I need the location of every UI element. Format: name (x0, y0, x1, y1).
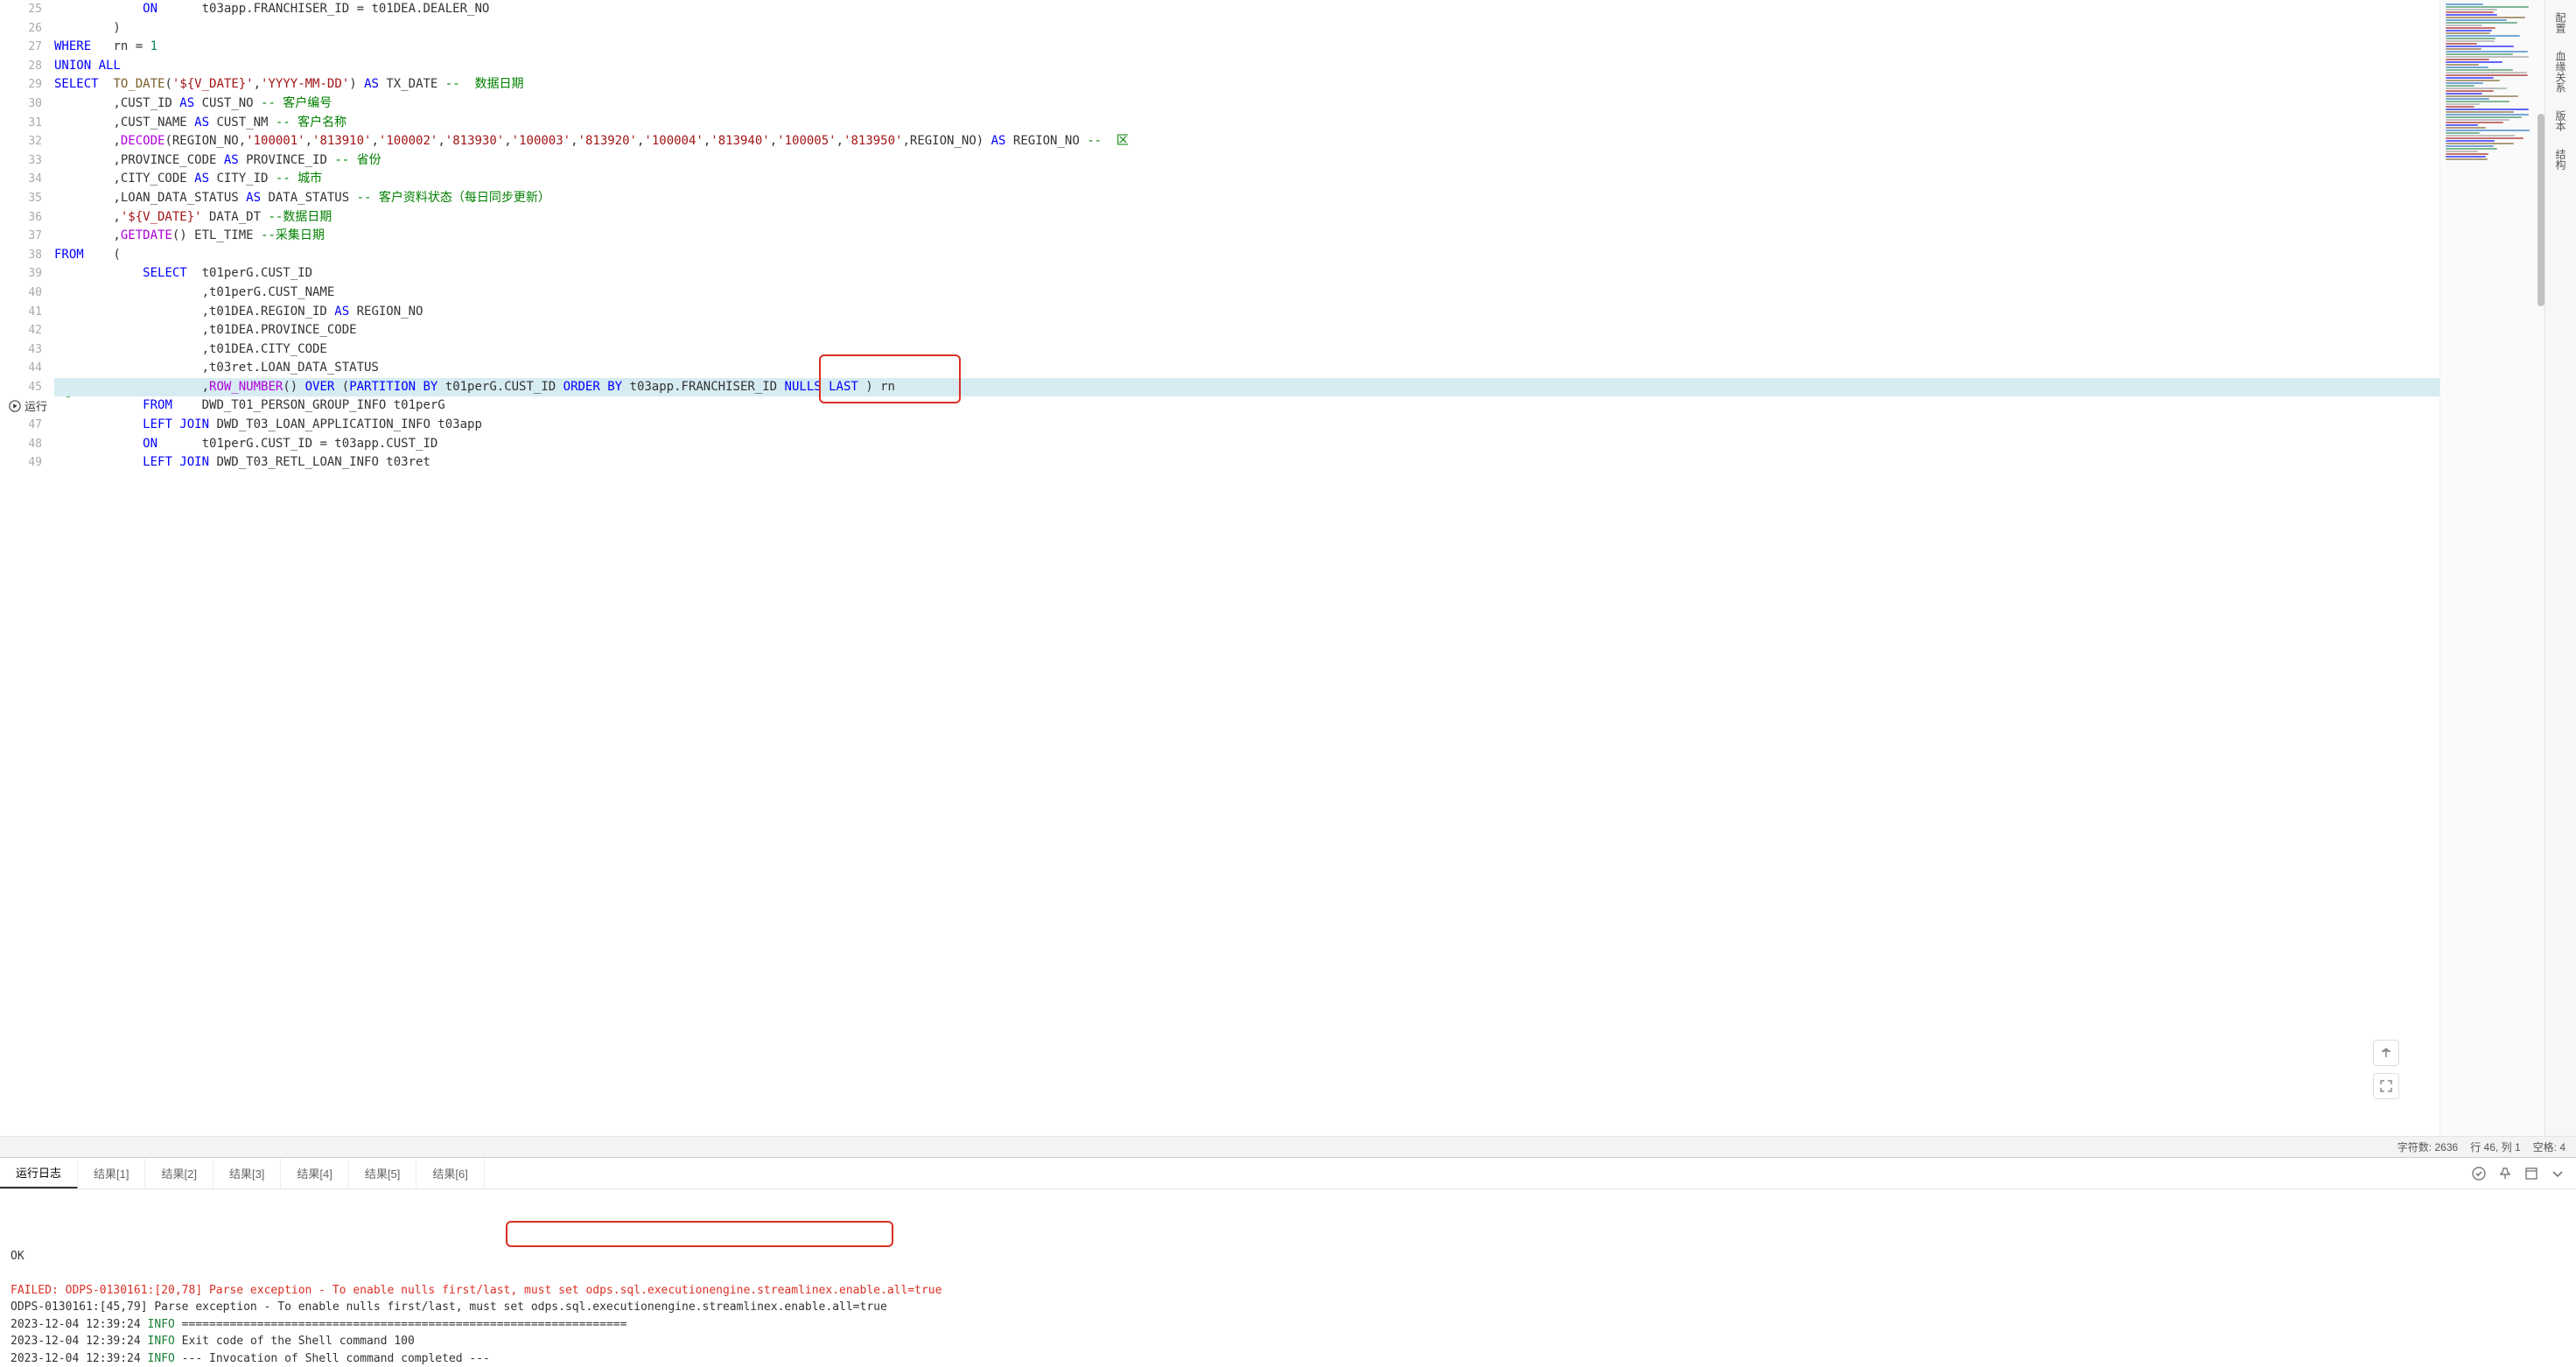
collapse-icon[interactable] (2550, 1166, 2566, 1181)
result-tab[interactable]: 结果[5] (349, 1158, 416, 1188)
status-bar: 字符数: 2636 行 46, 列 1 空格: 4 (0, 1136, 2576, 1157)
side-tab-版本[interactable]: 版本 (2553, 102, 2568, 140)
line-number: 41 (7, 303, 42, 322)
run-label: 运行 (24, 397, 47, 414)
result-tab[interactable]: 结果[1] (78, 1158, 145, 1188)
run-button[interactable]: 运行 (5, 396, 51, 415)
line-number: 42 (7, 321, 42, 340)
result-tabs: 运行日志结果[1]结果[2]结果[3]结果[4]结果[5]结果[6] (0, 1158, 2576, 1189)
side-tabs: 配置血缘关系版本结构 (2544, 0, 2576, 1136)
result-tab[interactable]: 结果[3] (214, 1158, 281, 1188)
cursor-position: 行 46, 列 1 (2470, 1139, 2520, 1154)
code-line[interactable]: SELECT TO_DATE('${V_DATE}','YYYY-MM-DD')… (54, 75, 2440, 95)
log-line: 2023-12-04 12:39:24 INFO Exit code of th… (10, 1333, 2566, 1350)
code-line[interactable]: ,t01perG.CUST_NAME (54, 284, 2440, 303)
line-number: 31 (7, 114, 42, 133)
line-number: 40 (7, 284, 42, 303)
code-line[interactable]: ,LOAN_DATA_STATUS AS DATA_STATUS -- 客户资料… (54, 189, 2440, 208)
line-number: 28 (7, 57, 42, 76)
line-number: 32 (7, 132, 42, 151)
maximize-icon[interactable] (2524, 1166, 2539, 1181)
code-line[interactable]: LEFT JOIN DWD_T03_RETL_LOAN_INFO t03ret (54, 453, 2440, 473)
check-icon[interactable] (2471, 1166, 2487, 1181)
line-number: 43 (7, 340, 42, 360)
code-line[interactable]: ,PROVINCE_CODE AS PROVINCE_ID -- 省份 (54, 151, 2440, 171)
code-line[interactable]: FROM ( (54, 246, 2440, 265)
log-line: ODPS-0130161:[45,79] Parse exception - T… (10, 1299, 2566, 1316)
log-line (10, 1265, 2566, 1282)
code-line[interactable]: FROM DWD_T01_PERSON_GROUP_INFO t01perG (54, 396, 2440, 416)
pin-icon[interactable] (2497, 1166, 2513, 1181)
line-number: 27 (7, 38, 42, 57)
line-number: 38 (7, 246, 42, 265)
scroll-top-button[interactable] (2373, 1040, 2399, 1066)
code-line[interactable]: ,CUST_ID AS CUST_NO -- 客户编号 (54, 95, 2440, 114)
line-number: 30 (7, 95, 42, 114)
editor-area: 2526272829303132333435363738394041424344… (0, 0, 2576, 1136)
expand-icon (2380, 1080, 2392, 1092)
char-count: 字符数: 2636 (2398, 1139, 2458, 1154)
code-line[interactable]: ,t03ret.LOAN_DATA_STATUS (54, 359, 2440, 378)
minimap[interactable] (2440, 0, 2544, 1136)
code-content[interactable]: ON t03app.FRANCHISER_ID = t01DEA.DEALER_… (49, 0, 2440, 1136)
code-line[interactable]: ,GETDATE() ETL_TIME --采集日期 (54, 227, 2440, 246)
line-number: 33 (7, 151, 42, 171)
annotation-box-error-hint (506, 1221, 893, 1247)
line-number: 29 (7, 75, 42, 95)
code-line[interactable]: ,ROW_NUMBER() OVER (PARTITION BY t01perG… (54, 378, 2440, 397)
line-number: 36 (7, 208, 42, 228)
code-line[interactable]: ON t03app.FRANCHISER_ID = t01DEA.DEALER_… (54, 0, 2440, 19)
line-number: 26 (7, 19, 42, 39)
side-tab-结构[interactable]: 结构 (2553, 140, 2568, 179)
code-line[interactable]: ,t01DEA.PROVINCE_CODE (54, 321, 2440, 340)
code-line[interactable]: ,CITY_CODE AS CITY_ID -- 城市 (54, 170, 2440, 189)
code-line[interactable]: WHERE rn = 1 (54, 38, 2440, 57)
result-tab[interactable]: 运行日志 (0, 1158, 78, 1188)
result-tab[interactable]: 结果[4] (281, 1158, 348, 1188)
line-gutter: 2526272829303132333435363738394041424344… (0, 0, 49, 1136)
result-tab[interactable]: 结果[6] (416, 1158, 484, 1188)
side-tab-配置[interactable]: 配置 (2553, 4, 2568, 42)
tab-actions (2471, 1166, 2576, 1181)
log-output[interactable]: OK FAILED: ODPS-0130161:[20,78] Parse exc… (0, 1189, 2576, 1367)
code-line[interactable]: ) (54, 19, 2440, 39)
log-line: OK (10, 1248, 2566, 1265)
arrow-up-icon (2379, 1046, 2393, 1060)
code-line[interactable]: ,t01DEA.REGION_ID AS REGION_NO (54, 303, 2440, 322)
line-number: 44 (7, 359, 42, 378)
results-panel: 运行日志结果[1]结果[2]结果[3]结果[4]结果[5]结果[6] OK FAI… (0, 1157, 2576, 1367)
code-editor[interactable]: 2526272829303132333435363738394041424344… (0, 0, 2440, 1136)
line-number: 35 (7, 189, 42, 208)
code-line[interactable]: ,'${V_DATE}' DATA_DT --数据日期 (54, 208, 2440, 228)
line-number: 39 (7, 264, 42, 284)
code-line[interactable]: ,DECODE(REGION_NO,'100001','813910','100… (54, 132, 2440, 151)
log-line: FAILED: ODPS-0130161:[20,78] Parse excep… (10, 1282, 2566, 1300)
line-number: 25 (7, 0, 42, 19)
play-icon (9, 400, 21, 412)
result-tab[interactable]: 结果[2] (145, 1158, 213, 1188)
code-line[interactable]: LEFT JOIN DWD_T03_LOAN_APPLICATION_INFO … (54, 416, 2440, 435)
code-line[interactable]: UNION ALL (54, 57, 2440, 76)
code-line[interactable]: ,t01DEA.CITY_CODE (54, 340, 2440, 360)
line-number: 37 (7, 227, 42, 246)
fullscreen-button[interactable] (2373, 1073, 2399, 1099)
line-number: 45 (7, 378, 42, 397)
log-line: 2023-12-04 12:39:24 INFO ===============… (10, 1316, 2566, 1334)
indent-size: 空格: 4 (2533, 1139, 2566, 1154)
log-line: 2023-12-04 12:39:24 INFO --- Invocation … (10, 1350, 2566, 1367)
line-number: 34 (7, 170, 42, 189)
code-line[interactable]: ON t01perG.CUST_ID = t03app.CUST_ID (54, 435, 2440, 454)
code-line[interactable]: SELECT t01perG.CUST_ID (54, 264, 2440, 284)
side-tab-血缘关系[interactable]: 血缘关系 (2553, 42, 2568, 102)
line-number: 49 (7, 453, 42, 473)
scrollbar-thumb[interactable] (2538, 114, 2544, 306)
code-line[interactable]: ,CUST_NAME AS CUST_NM -- 客户名称 (54, 114, 2440, 133)
line-number: 47 (7, 416, 42, 435)
line-number: 48 (7, 435, 42, 454)
